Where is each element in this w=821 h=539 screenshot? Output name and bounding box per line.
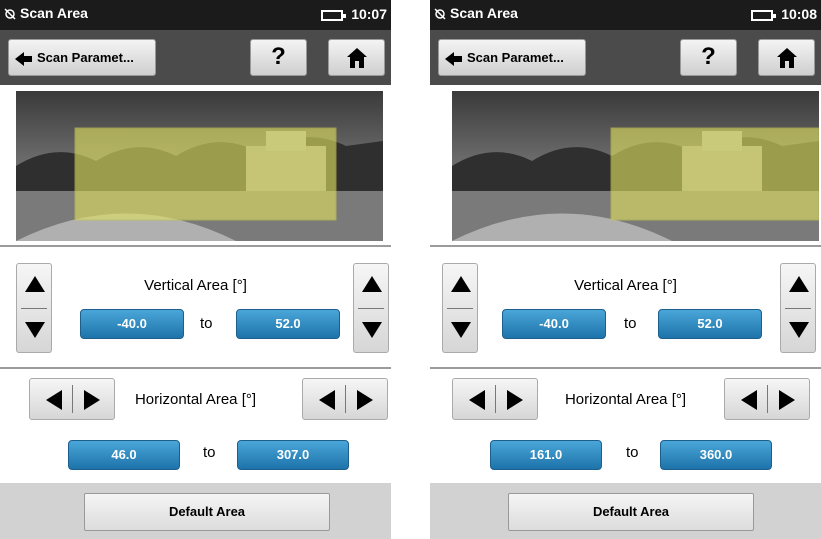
horizontal-to-value[interactable]: 307.0: [237, 440, 349, 470]
default-area-button[interactable]: Default Area: [84, 493, 330, 531]
horizontal-from-value[interactable]: 46.0: [68, 440, 180, 470]
status-title: Scan Area: [450, 5, 518, 21]
separator: [21, 308, 47, 309]
scan-area-preview[interactable]: [452, 91, 819, 241]
scan-area-screen-1: Scan Area 10:07 Scan Paramet... ? Vertic…: [0, 0, 391, 539]
arrow-left-icon[interactable]: [741, 390, 757, 410]
scan-area-screen-2: Scan Area 10:08 Scan Paramet... ? Vertic…: [430, 0, 821, 539]
home-button[interactable]: [758, 39, 815, 76]
vertical-area-label: Vertical Area [°]: [144, 277, 247, 294]
default-area-button[interactable]: Default Area: [508, 493, 754, 531]
toolbar: Scan Paramet... ?: [430, 30, 821, 85]
back-button-label: Scan Paramet...: [37, 50, 134, 65]
separator: [358, 308, 384, 309]
arrow-up-icon[interactable]: [362, 276, 382, 292]
home-icon: [347, 48, 367, 68]
vertical-from-value[interactable]: -40.0: [502, 309, 606, 339]
arrow-left-icon[interactable]: [319, 390, 335, 410]
clock: 10:08: [781, 6, 817, 22]
arrow-down-icon[interactable]: [451, 322, 471, 338]
back-arrow-icon: [15, 52, 32, 66]
arrow-down-icon[interactable]: [789, 322, 809, 338]
back-button-label: Scan Paramet...: [467, 50, 564, 65]
separator: [345, 385, 346, 413]
horizontal-to-word: to: [626, 444, 639, 461]
vertical-from-value[interactable]: -40.0: [80, 309, 184, 339]
vertical-area-label: Vertical Area [°]: [574, 277, 677, 294]
horizontal-area-section: Horizontal Area [°] 46.0 to 307.0: [0, 369, 391, 483]
separator: [767, 385, 768, 413]
vertical-to-value[interactable]: 52.0: [236, 309, 340, 339]
back-button[interactable]: Scan Paramet...: [8, 39, 156, 76]
battery-icon: [751, 10, 776, 21]
horizontal-from-value[interactable]: 161.0: [490, 440, 602, 470]
help-icon: ?: [701, 43, 716, 70]
horizontal-to-value[interactable]: 360.0: [660, 440, 772, 470]
horizontal-area-section: Horizontal Area [°] 161.0 to 360.0: [430, 369, 821, 483]
arrow-down-icon[interactable]: [25, 322, 45, 338]
toolbar: Scan Paramet... ?: [0, 30, 391, 85]
vertical-area-section: Vertical Area [°] -40.0 to 52.0: [430, 247, 821, 367]
home-button[interactable]: [328, 39, 385, 76]
separator: [447, 308, 473, 309]
vertical-area-section: Vertical Area [°] -40.0 to 52.0: [0, 247, 391, 367]
arrow-right-icon[interactable]: [779, 390, 795, 410]
status-title: Scan Area: [20, 5, 88, 21]
battery-icon: [321, 10, 346, 21]
scan-icon: [434, 8, 446, 20]
scan-icon: [4, 8, 16, 20]
arrow-up-icon[interactable]: [789, 276, 809, 292]
help-button[interactable]: ?: [680, 39, 737, 76]
back-arrow-icon: [445, 52, 462, 66]
help-button[interactable]: ?: [250, 39, 307, 76]
bottom-bar: Default Area: [0, 483, 391, 539]
vertical-to-stepper[interactable]: [353, 263, 389, 353]
vertical-to-stepper[interactable]: [780, 263, 816, 353]
arrow-down-icon[interactable]: [362, 322, 382, 338]
horizontal-to-stepper[interactable]: [302, 378, 388, 420]
horizontal-to-word: to: [203, 444, 216, 461]
status-bar: Scan Area 10:07: [0, 0, 391, 30]
bottom-bar: Default Area: [430, 483, 821, 539]
vertical-to-word: to: [624, 315, 637, 332]
status-bar: Scan Area 10:08: [430, 0, 821, 30]
back-button[interactable]: Scan Paramet...: [438, 39, 586, 76]
arrow-right-icon[interactable]: [357, 390, 373, 410]
scan-area-preview[interactable]: [16, 91, 383, 241]
separator: [785, 308, 811, 309]
vertical-to-word: to: [200, 315, 213, 332]
vertical-to-value[interactable]: 52.0: [658, 309, 762, 339]
clock: 10:07: [351, 6, 387, 22]
help-icon: ?: [271, 43, 286, 70]
horizontal-to-stepper[interactable]: [724, 378, 810, 420]
home-icon: [777, 48, 797, 68]
